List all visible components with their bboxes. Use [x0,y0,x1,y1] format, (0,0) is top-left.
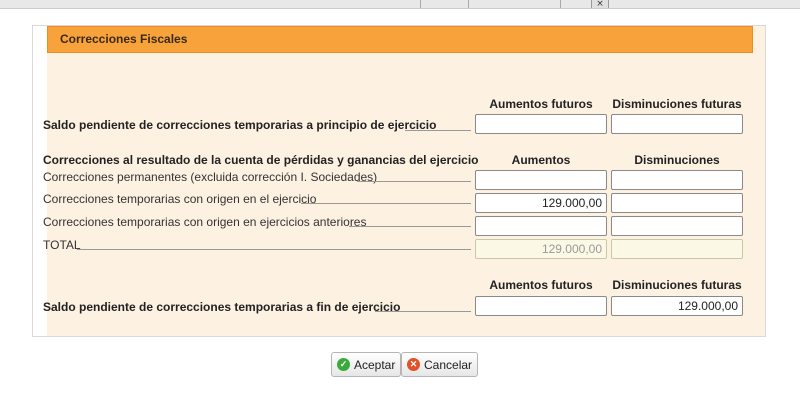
permanentes-disminuciones-input[interactable] [611,170,743,190]
col-header-disminuciones-futuras-fin: Disminuciones futuras [612,278,742,292]
temporarias-anteriores-disminuciones-input[interactable] [611,216,743,236]
col-header-disminuciones: Disminuciones [634,153,720,167]
row-label-temporarias-ejercicio: Correcciones temporarias con origen en e… [43,192,317,206]
panel-header: Correcciones Fiscales [47,26,753,53]
col-header-disminuciones-futuras: Disminuciones futuras [612,97,742,111]
permanentes-aumentos-input[interactable] [475,170,607,190]
saldo-inicio-disminuciones-input[interactable] [611,114,743,134]
saldo-fin-disminuciones-input[interactable] [611,296,743,316]
col-header-aumentos: Aumentos [511,153,571,167]
row-label-permanentes: Correcciones permanentes (excluida corre… [43,170,378,184]
dialog: Correcciones Fiscales Aumentos futuros D… [0,8,800,399]
background-cell-divider [560,0,561,8]
leader-line [301,203,471,204]
leader-line [357,181,471,182]
temporarias-ejercicio-aumentos-input[interactable] [475,193,607,213]
cancel-button-label: Cancelar [424,357,473,372]
accept-button-label: Aceptar [354,357,396,372]
fiscal-corrections-panel: Correcciones Fiscales Aumentos futuros D… [32,25,766,337]
correcciones-heading: Correcciones al resultado de la cuenta d… [43,153,479,167]
cancel-button[interactable]: ✕ Cancelar [401,352,479,377]
leader-line [77,249,471,250]
cancel-icon: ✕ [407,358,420,371]
row-label-total: TOTAL [43,238,81,252]
check-icon: ✓ [337,358,350,371]
total-aumentos-field [475,239,607,259]
saldo-fin-aumentos-input[interactable] [475,296,607,316]
row-label-temporarias-anteriores: Correcciones temporarias con origen en e… [43,215,367,229]
background-cell-divider [420,0,421,8]
saldo-inicio-label: Saldo pendiente de correcciones temporar… [43,118,437,132]
temporarias-ejercicio-disminuciones-input[interactable] [611,193,743,213]
leader-line [349,226,471,227]
temporarias-anteriores-aumentos-input[interactable] [475,216,607,236]
background-cell-divider [468,0,469,8]
col-header-aumentos-futuros-fin: Aumentos futuros [489,278,593,292]
saldo-fin-label: Saldo pendiente de correcciones temporar… [43,300,401,314]
panel-title: Correcciones Fiscales [60,32,188,46]
accept-button[interactable]: ✓ Aceptar [331,352,402,377]
saldo-inicio-aumentos-input[interactable] [475,114,607,134]
leader-line [375,311,471,312]
background-window-strip [0,0,800,8]
total-disminuciones-field [611,239,743,259]
leader-line [405,130,471,131]
col-header-aumentos-futuros: Aumentos futuros [489,97,593,111]
